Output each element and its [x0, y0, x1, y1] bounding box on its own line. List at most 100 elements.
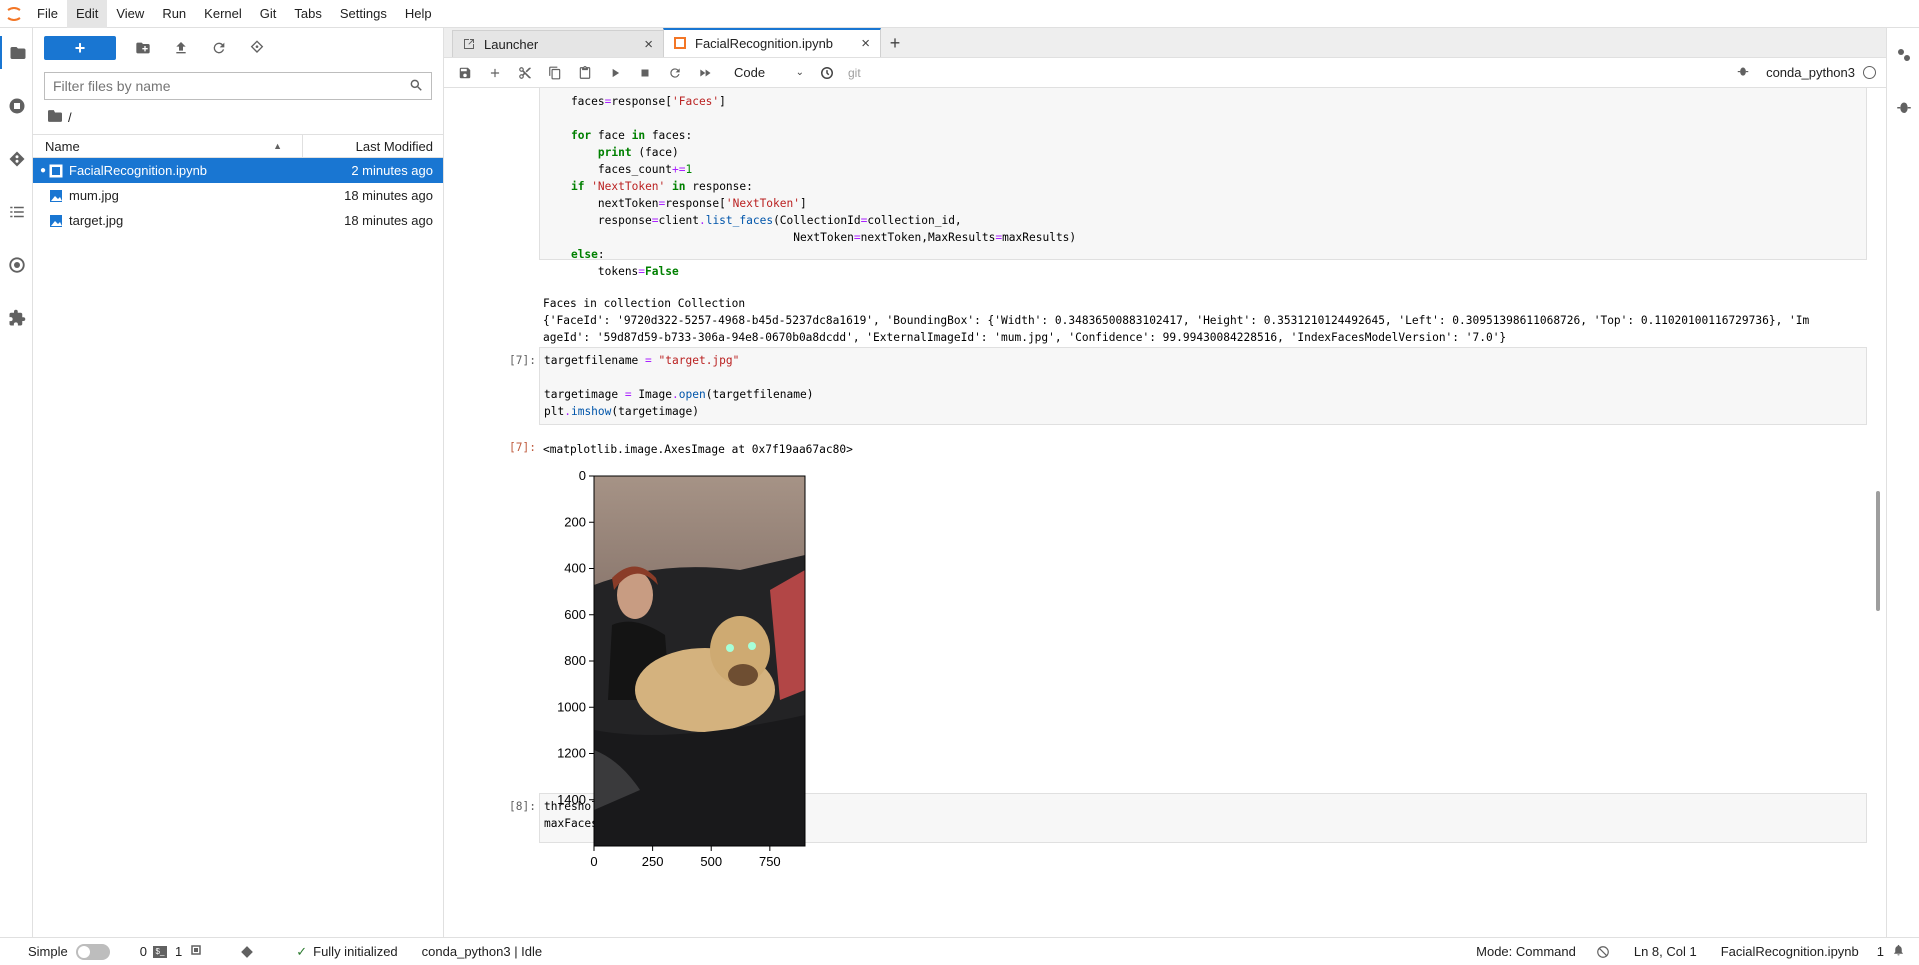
git-clone-icon[interactable]	[240, 36, 274, 60]
jupyter-logo-icon	[0, 0, 28, 28]
check-icon: ✓	[296, 943, 308, 959]
menu-edit[interactable]: Edit	[66, 0, 108, 28]
launcher-icon	[463, 38, 476, 51]
menu-view[interactable]: View	[107, 0, 153, 28]
file-modified: 2 minutes ago	[351, 163, 433, 178]
name-column-header[interactable]: Name ▲	[33, 135, 303, 157]
name-column-label: Name	[45, 138, 80, 154]
close-icon[interactable]: ×	[861, 35, 870, 52]
x-tick-label: 0	[590, 854, 597, 869]
y-axis: 0 200 400 600 800 1000 1200 1400	[557, 468, 594, 807]
file-modified: 18 minutes ago	[344, 213, 433, 228]
bell-icon[interactable]	[1892, 943, 1905, 960]
tab-launcher[interactable]: Launcher ×	[452, 30, 664, 57]
file-row[interactable]: ● FacialRecognition.ipynb 2 minutes ago	[33, 158, 443, 183]
menu-file[interactable]: File	[28, 0, 67, 28]
notebook-scrollbar[interactable]	[1876, 491, 1880, 611]
modified-column-header[interactable]: Last Modified	[303, 139, 443, 154]
cell-type-select[interactable]: Code ⌄	[730, 62, 808, 84]
status-file-name: FacialRecognition.ipynb	[1720, 944, 1859, 959]
file-row[interactable]: target.jpg 18 minutes ago	[33, 208, 443, 233]
stop-icon[interactable]	[630, 61, 660, 85]
menu-kernel[interactable]: Kernel	[195, 0, 251, 28]
y-tick-label: 800	[564, 653, 586, 668]
x-tick-label: 250	[642, 854, 664, 869]
kernel-name[interactable]: conda_python3	[1766, 65, 1855, 80]
kernel-status[interactable]: conda_python3 | Idle	[422, 944, 542, 959]
menu-run[interactable]: Run	[153, 0, 195, 28]
code-cell-input[interactable]: targetfilename = "target.jpg" targetimag…	[539, 347, 1867, 425]
output-line: Faces in collection Collection	[543, 297, 746, 310]
running-indicator-icon: ●	[39, 165, 47, 176]
file-filter-field[interactable]	[44, 72, 432, 100]
toc-icon[interactable]	[0, 195, 33, 228]
kernel-status-icon	[1863, 66, 1876, 79]
git-label[interactable]: git	[848, 66, 861, 80]
debugger-icon[interactable]	[1887, 90, 1919, 123]
file-name: FacialRecognition.ipynb	[69, 163, 208, 178]
y-tick-label: 400	[564, 561, 586, 576]
folder-icon[interactable]	[48, 109, 62, 125]
paste-icon[interactable]	[570, 61, 600, 85]
insert-cell-icon[interactable]	[480, 61, 510, 85]
no-network-icon	[1596, 945, 1610, 959]
run-icon[interactable]	[600, 61, 630, 85]
menu-tabs[interactable]: Tabs	[285, 0, 330, 28]
breadcrumb: /	[33, 100, 443, 134]
kernels-count[interactable]: 1	[175, 944, 182, 959]
save-icon[interactable]	[450, 61, 480, 85]
extension-manager-icon[interactable]	[0, 248, 33, 281]
upload-icon[interactable]	[164, 36, 198, 60]
bug-icon[interactable]	[1736, 64, 1750, 81]
y-tick-label: 600	[564, 607, 586, 622]
tab-bar: Launcher × FacialRecognition.ipynb × +	[444, 28, 1886, 58]
cut-icon[interactable]	[510, 61, 540, 85]
git-status-icon[interactable]	[240, 945, 254, 959]
restart-icon[interactable]	[660, 61, 690, 85]
notification-count[interactable]: 1	[1877, 944, 1884, 959]
left-sidebar	[0, 28, 33, 937]
y-tick-label: 0	[579, 468, 586, 483]
cursor-position[interactable]: Ln 8, Col 1	[1634, 944, 1697, 959]
notebook-toolbar: Code ⌄ git conda_python3	[444, 58, 1886, 88]
tab-notebook[interactable]: FacialRecognition.ipynb ×	[663, 28, 881, 57]
git-icon[interactable]	[0, 142, 33, 175]
simple-mode-toggle[interactable]	[75, 943, 110, 960]
statusbar: Simple 0 $_ 1 ✓ Fully initialized conda_…	[0, 937, 1919, 965]
image-file-icon	[49, 189, 63, 203]
file-browser-toolbar: +	[33, 28, 443, 68]
file-browser: + / Name ▲ Last Modified	[33, 28, 444, 937]
code-cell-input[interactable]: faces=response['Faces'] for face in face…	[539, 88, 1867, 278]
new-folder-icon[interactable]	[126, 36, 160, 60]
chevron-down-icon: ⌄	[795, 67, 804, 78]
add-tab-button[interactable]: +	[880, 30, 910, 57]
copy-icon[interactable]	[540, 61, 570, 85]
x-axis: 0 250 500 750	[590, 846, 781, 869]
breadcrumb-root[interactable]: /	[68, 110, 72, 125]
folder-icon[interactable]	[0, 36, 33, 69]
y-tick-label: 200	[564, 514, 586, 529]
file-modified: 18 minutes ago	[344, 188, 433, 203]
notebook-icon	[674, 37, 687, 50]
menu-settings[interactable]: Settings	[331, 0, 396, 28]
new-launcher-button[interactable]: +	[44, 36, 116, 60]
property-inspector-icon[interactable]	[1887, 38, 1919, 71]
notebook-icon	[49, 164, 63, 178]
terminals-count[interactable]: 0	[140, 944, 147, 959]
close-icon[interactable]: ×	[644, 36, 653, 53]
fast-forward-icon[interactable]	[690, 61, 720, 85]
clock-icon[interactable]	[812, 61, 842, 85]
menu-git[interactable]: Git	[251, 0, 286, 28]
file-filter-input[interactable]	[53, 78, 409, 94]
tab-label: FacialRecognition.ipynb	[695, 36, 834, 51]
refresh-icon[interactable]	[202, 36, 236, 60]
menu-help[interactable]: Help	[396, 0, 441, 28]
file-name: mum.jpg	[69, 188, 119, 203]
running-icon[interactable]	[0, 89, 33, 122]
menubar: File Edit View Run Kernel Git Tabs Setti…	[0, 0, 1919, 28]
output-line: {'FaceId': '9720d322-5257-4968-b45d-5237…	[543, 314, 1810, 327]
file-row[interactable]: mum.jpg 18 minutes ago	[33, 183, 443, 208]
x-tick-label: 500	[700, 854, 722, 869]
puzzle-icon[interactable]	[0, 301, 33, 334]
search-icon	[409, 78, 423, 95]
